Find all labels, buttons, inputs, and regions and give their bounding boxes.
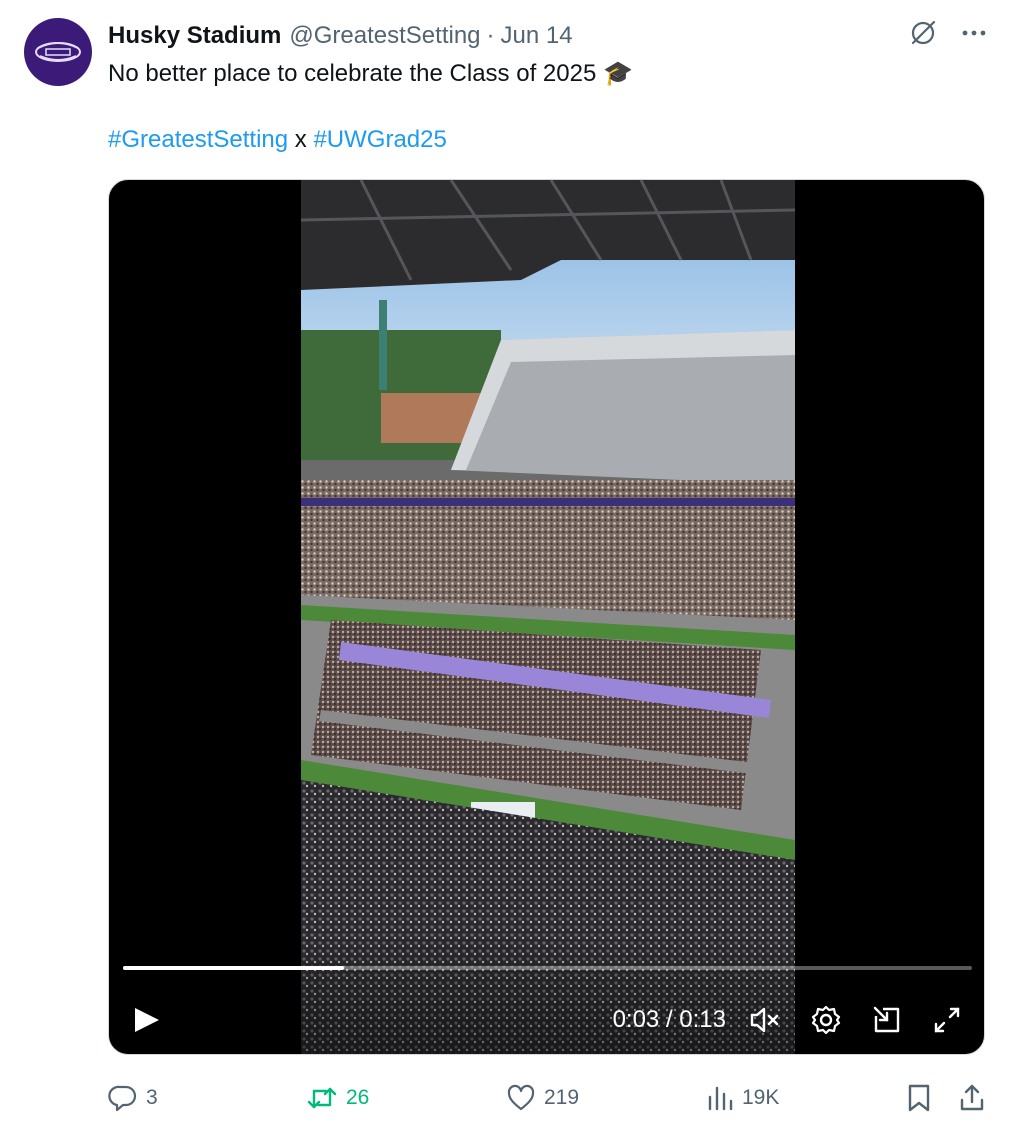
play-button[interactable] (131, 1002, 163, 1038)
repost-icon (307, 1087, 337, 1109)
more-icon[interactable] (960, 19, 988, 47)
like-button[interactable]: 219 (506, 1076, 579, 1120)
settings-gear-icon (811, 1005, 841, 1035)
repost-button[interactable]: 26 (306, 1076, 369, 1120)
hashtag-greatestsetting[interactable]: #GreatestSetting (108, 126, 288, 153)
display-name[interactable]: Husky Stadium (108, 22, 281, 50)
fullscreen-button[interactable] (929, 1002, 965, 1038)
reply-count: 3 (146, 1086, 158, 1109)
share-button[interactable] (958, 1076, 986, 1120)
user-handle[interactable]: @GreatestSetting (289, 22, 480, 50)
tweet-action-bar: 3 26 219 19K (108, 1076, 988, 1120)
play-icon (135, 1008, 159, 1032)
mute-button[interactable] (746, 1002, 782, 1038)
views-icon (708, 1086, 733, 1111)
video-progress-bar[interactable] (123, 966, 972, 970)
fullscreen-icon (934, 1007, 960, 1033)
hashtag-uwgrad25[interactable]: #UWGrad25 (313, 126, 446, 153)
reply-icon (108, 1085, 137, 1112)
controls-overlay (109, 934, 984, 1054)
stadium-video-image (301, 180, 795, 1054)
like-icon (507, 1084, 535, 1111)
share-icon (960, 1084, 984, 1111)
bookmark-button[interactable] (906, 1076, 932, 1120)
like-count: 219 (544, 1086, 580, 1109)
tweet-text: No better place to celebrate the Class o… (108, 56, 968, 158)
video-frame[interactable] (301, 180, 795, 1054)
husky-stadium-logo-icon (35, 42, 81, 62)
reply-button[interactable]: 3 (108, 1076, 158, 1120)
tweet-text-line: No better place to celebrate the Class o… (108, 56, 968, 92)
repost-count: 26 (346, 1086, 370, 1109)
hashtag-joiner: x (288, 126, 314, 153)
tweet-header: Husky Stadium @GreatestSetting · Jun 14 (108, 18, 573, 54)
pip-icon (873, 1006, 900, 1033)
hashtag-line: #GreatestSetting x #UWGrad25 (108, 122, 968, 158)
tweet-top-icons (908, 18, 988, 48)
header-separator: · (486, 22, 495, 49)
settings-button[interactable] (808, 1002, 844, 1038)
grok-icon[interactable] (908, 18, 938, 48)
views-count: 19K (742, 1086, 780, 1109)
video-progress-fill (123, 966, 344, 970)
tweet-date[interactable]: Jun 14 (501, 22, 573, 50)
picture-in-picture-button[interactable] (869, 1002, 905, 1038)
graduation-cap-emoji: 🎓 (602, 60, 633, 87)
volume-muted-icon (750, 1007, 779, 1033)
views-button[interactable]: 19K (706, 1076, 779, 1120)
video-time: 0:03 / 0:13 (612, 1006, 726, 1033)
bookmark-icon (908, 1084, 930, 1112)
avatar[interactable] (24, 18, 92, 86)
tweet-body: No better place to celebrate the Class o… (108, 60, 597, 87)
video-player[interactable]: 0:03 / 0:13 (108, 179, 985, 1055)
